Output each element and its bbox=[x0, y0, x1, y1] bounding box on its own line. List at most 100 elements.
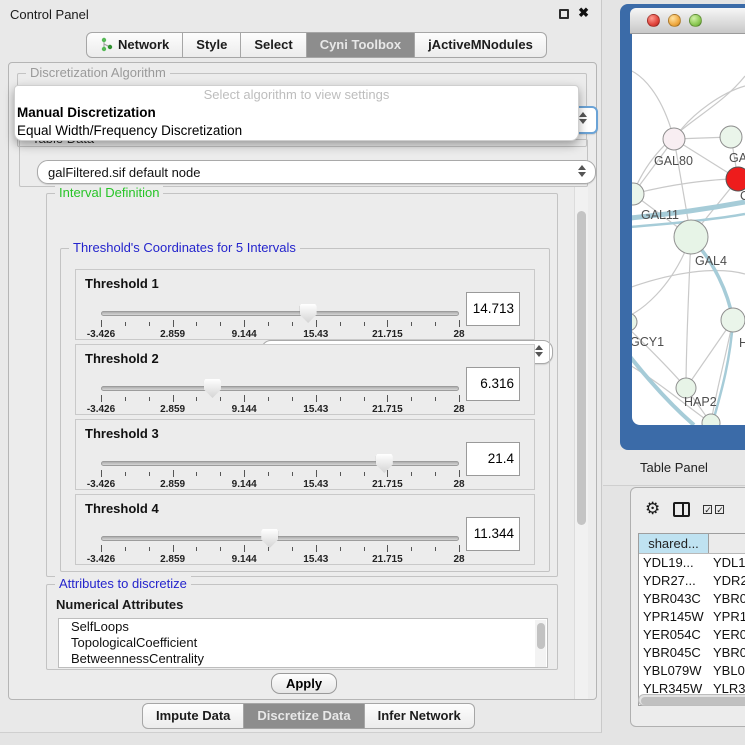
network-node[interactable] bbox=[721, 308, 745, 332]
table-row[interactable]: YBL079WYBL0 bbox=[639, 662, 745, 680]
apply-button[interactable]: Apply bbox=[271, 673, 337, 694]
cell-shared-name[interactable]: YER054C bbox=[639, 626, 709, 644]
threshold-3-slider[interactable]: -3.4262.8599.14415.4321.71528 bbox=[101, 453, 459, 489]
float-panel-icon[interactable] bbox=[559, 9, 569, 19]
tab-cyni-toolbox[interactable]: Cyni Toolbox bbox=[307, 32, 415, 58]
threshold-1-slider[interactable]: -3.4262.8599.14415.4321.71528 bbox=[101, 303, 459, 339]
network-edge[interactable] bbox=[633, 179, 738, 194]
cell-shared-name[interactable]: YPR145W bbox=[639, 608, 709, 626]
tick-mark bbox=[101, 320, 102, 327]
attributes-list-scrollbar[interactable] bbox=[535, 620, 546, 668]
network-canvas[interactable]: GAL80GACGAL11GAL4GCY1HHAP2 bbox=[632, 34, 745, 425]
tick-mark bbox=[196, 397, 197, 401]
cell-shared-name[interactable]: YBR045C bbox=[639, 644, 709, 662]
network-window-titlebar[interactable] bbox=[630, 8, 745, 34]
slider-track[interactable] bbox=[101, 461, 459, 466]
network-node[interactable] bbox=[720, 126, 742, 148]
threshold-3-value-field[interactable]: 21.4 bbox=[466, 442, 520, 476]
tab-impute-data[interactable]: Impute Data bbox=[142, 703, 244, 729]
slider-track[interactable] bbox=[101, 386, 459, 391]
tick-mark bbox=[411, 547, 412, 551]
checkbox-icon: ✓ bbox=[715, 505, 724, 514]
cell-name[interactable]: YBR0 bbox=[709, 590, 745, 608]
cell-shared-name[interactable]: YDL19... bbox=[639, 554, 709, 572]
scrollbar-thumb[interactable] bbox=[537, 623, 545, 649]
cell-shared-name[interactable]: YBR043C bbox=[639, 590, 709, 608]
table-row[interactable]: YBR045CYBR0 bbox=[639, 644, 745, 662]
cell-shared-name[interactable]: YDR27... bbox=[639, 572, 709, 590]
checkbox-icon: ✓ bbox=[703, 505, 712, 514]
cell-name[interactable]: YER0 bbox=[709, 626, 745, 644]
thresholds-group-title: Threshold's Coordinates for 5 Intervals bbox=[69, 240, 300, 255]
network-node[interactable] bbox=[632, 183, 644, 205]
select-columns-icon[interactable]: ✓ ✓ bbox=[703, 505, 724, 514]
tab-jactivemnodules[interactable]: jActiveMNodules bbox=[415, 32, 547, 58]
algorithm-option-equal-width[interactable]: Equal Width/Frequency Discretization bbox=[15, 122, 578, 140]
attribute-list-item[interactable]: BetweennessCentrality bbox=[59, 651, 547, 667]
split-columns-icon[interactable] bbox=[673, 502, 690, 517]
slider-tick-labels: -3.4262.8599.14415.4321.71528 bbox=[101, 404, 459, 415]
tick-label: 21.715 bbox=[372, 329, 403, 340]
cell-name[interactable]: YPR1 bbox=[709, 608, 745, 626]
numerical-attributes-list[interactable]: SelfLoopsTopologicalCoefficientBetweenne… bbox=[58, 618, 548, 668]
control-panel-titlebar: Control Panel ✖ bbox=[0, 0, 601, 28]
mac-zoom-icon[interactable] bbox=[689, 14, 702, 27]
attribute-list-item[interactable]: SelfLoops bbox=[59, 619, 547, 635]
tick-label: 28 bbox=[453, 404, 464, 415]
attributes-group: Attributes to discretize Numerical Attri… bbox=[46, 584, 558, 670]
network-node[interactable] bbox=[674, 220, 708, 254]
cell-name[interactable]: YBR0 bbox=[709, 644, 745, 662]
table-row[interactable]: YBR043CYBR0 bbox=[639, 590, 745, 608]
tab-infer-network[interactable]: Infer Network bbox=[365, 703, 475, 729]
network-edge[interactable] bbox=[686, 237, 691, 388]
attribute-list-item[interactable]: TopologicalCoefficient bbox=[59, 635, 547, 651]
network-node[interactable] bbox=[702, 414, 720, 425]
threshold-2-value-field[interactable]: 6.316 bbox=[466, 367, 520, 401]
table-horizontal-scrollbar[interactable] bbox=[638, 694, 745, 706]
tick-label: 21.715 bbox=[372, 404, 403, 415]
network-edge[interactable] bbox=[632, 69, 674, 139]
slider-track[interactable] bbox=[101, 536, 459, 541]
node-label: GA bbox=[729, 151, 745, 165]
interval-definition-group: Interval Definition Number of Intervals … bbox=[46, 193, 558, 577]
mac-close-icon[interactable] bbox=[647, 14, 660, 27]
tick-mark bbox=[244, 470, 245, 477]
tick-label: 9.144 bbox=[232, 554, 257, 565]
tick-label: 15.43 bbox=[303, 404, 328, 415]
threshold-4-slider[interactable]: -3.4262.8599.14415.4321.71528 bbox=[101, 528, 459, 564]
cell-name[interactable]: YDR2 bbox=[709, 572, 745, 590]
network-node[interactable] bbox=[632, 313, 637, 331]
tab-style[interactable]: Style bbox=[183, 32, 241, 58]
slider-track[interactable] bbox=[101, 311, 459, 316]
scrollbar-thumb[interactable] bbox=[641, 697, 745, 705]
network-node[interactable] bbox=[726, 167, 745, 191]
cell-name[interactable]: YDL1 bbox=[709, 554, 745, 572]
tick-mark bbox=[435, 397, 436, 401]
cell-name[interactable]: YBL0 bbox=[709, 662, 745, 680]
tab-discretize-data[interactable]: Discretize Data bbox=[244, 703, 364, 729]
tick-mark bbox=[268, 397, 269, 401]
tab-network[interactable]: Network bbox=[86, 32, 183, 58]
threshold-4-value-field[interactable]: 11.344 bbox=[466, 517, 520, 551]
settings-vertical-scrollbar[interactable] bbox=[574, 187, 588, 699]
table-row[interactable]: YDR27...YDR2 bbox=[639, 572, 745, 590]
mac-minimize-icon[interactable] bbox=[668, 14, 681, 27]
scrollbar-thumb[interactable] bbox=[577, 211, 586, 525]
threshold-1-value-field[interactable]: 14.713 bbox=[466, 292, 520, 326]
tab-select[interactable]: Select bbox=[241, 32, 306, 58]
tick-mark bbox=[411, 472, 412, 476]
column-header-shared-name[interactable]: shared... bbox=[639, 534, 709, 553]
threshold-2-slider[interactable]: -3.4262.8599.14415.4321.71528 bbox=[101, 378, 459, 414]
close-icon[interactable]: ✖ bbox=[578, 5, 589, 21]
algorithm-option-manual[interactable]: Manual Discretization bbox=[15, 104, 578, 122]
tick-mark bbox=[220, 397, 221, 401]
table-row[interactable]: YDL19...YDL1 bbox=[639, 554, 745, 572]
network-node[interactable] bbox=[663, 128, 685, 150]
cell-shared-name[interactable]: YBL079W bbox=[639, 662, 709, 680]
column-header-name[interactable]: na bbox=[709, 534, 745, 553]
table-row[interactable]: YPR145WYPR1 bbox=[639, 608, 745, 626]
table-row[interactable]: YER054CYER0 bbox=[639, 626, 745, 644]
tick-mark bbox=[411, 322, 412, 326]
table-data-combobox[interactable]: galFiltered.sif default node bbox=[37, 160, 596, 184]
gear-icon[interactable]: ⚙ bbox=[645, 501, 660, 518]
